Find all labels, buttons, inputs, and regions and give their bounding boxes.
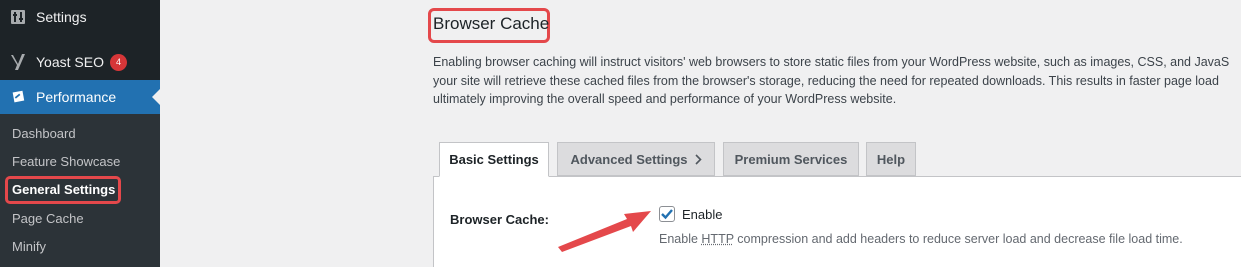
tab-advanced-settings[interactable]: Advanced Settings	[557, 142, 715, 176]
description-line: your site will retrieve these cached fil…	[433, 73, 1219, 88]
submenu-feature-showcase[interactable]: Feature Showcase	[12, 154, 120, 169]
browser-cache-enable-checkbox[interactable]	[659, 206, 675, 222]
section-description: Enabling browser caching will instruct v…	[433, 53, 1241, 109]
menu-label-settings: Settings	[36, 9, 87, 25]
page-title: Browser Cache	[433, 14, 550, 33]
submenu-minify[interactable]: Minify	[12, 239, 46, 254]
tab-help[interactable]: Help	[866, 142, 916, 176]
help-text-prefix: Enable	[659, 232, 702, 246]
http-abbreviation: HTTP	[701, 232, 734, 246]
tab-basic-settings[interactable]: Basic Settings	[439, 142, 549, 177]
menu-item-performance[interactable]: Performance	[0, 80, 160, 114]
description-line: Enabling browser caching will instruct v…	[433, 55, 1230, 69]
tab-label: Basic Settings	[449, 152, 539, 167]
tab-label: Advanced Settings	[570, 151, 688, 167]
checkmark-icon	[661, 209, 673, 220]
browser-cache-field-label: Browser Cache:	[450, 212, 549, 227]
description-line: ultimately improving the overall speed a…	[433, 92, 897, 106]
menu-label-performance: Performance	[36, 89, 117, 105]
submenu-page-cache[interactable]: Page Cache	[12, 211, 84, 226]
performance-gauge-icon	[10, 89, 26, 105]
highlight-box-general-settings	[5, 176, 121, 204]
menu-item-yoast-seo[interactable]: Yoast SEO 4	[0, 48, 160, 76]
menu-item-settings[interactable]: Settings	[0, 4, 160, 30]
field-help-text: Enable HTTP compression and add headers …	[659, 232, 1183, 246]
annotation-arrow-icon	[558, 211, 651, 252]
yoast-icon	[10, 54, 26, 70]
menu-label-yoast: Yoast SEO	[36, 54, 104, 70]
chevron-right-icon	[694, 153, 702, 165]
submenu-dashboard[interactable]: Dashboard	[12, 126, 76, 141]
settings-sliders-icon	[10, 9, 26, 25]
tab-label: Help	[876, 151, 906, 167]
tab-premium-services[interactable]: Premium Services	[723, 142, 859, 176]
admin-sidebar: Settings Yoast SEO 4 Performance Dashboa…	[0, 0, 160, 267]
enable-checkbox-label[interactable]: Enable	[682, 207, 722, 222]
tab-label: Premium Services	[734, 151, 848, 167]
notification-badge: 4	[109, 53, 127, 71]
help-text-suffix: compression and add headers to reduce se…	[733, 232, 1183, 246]
